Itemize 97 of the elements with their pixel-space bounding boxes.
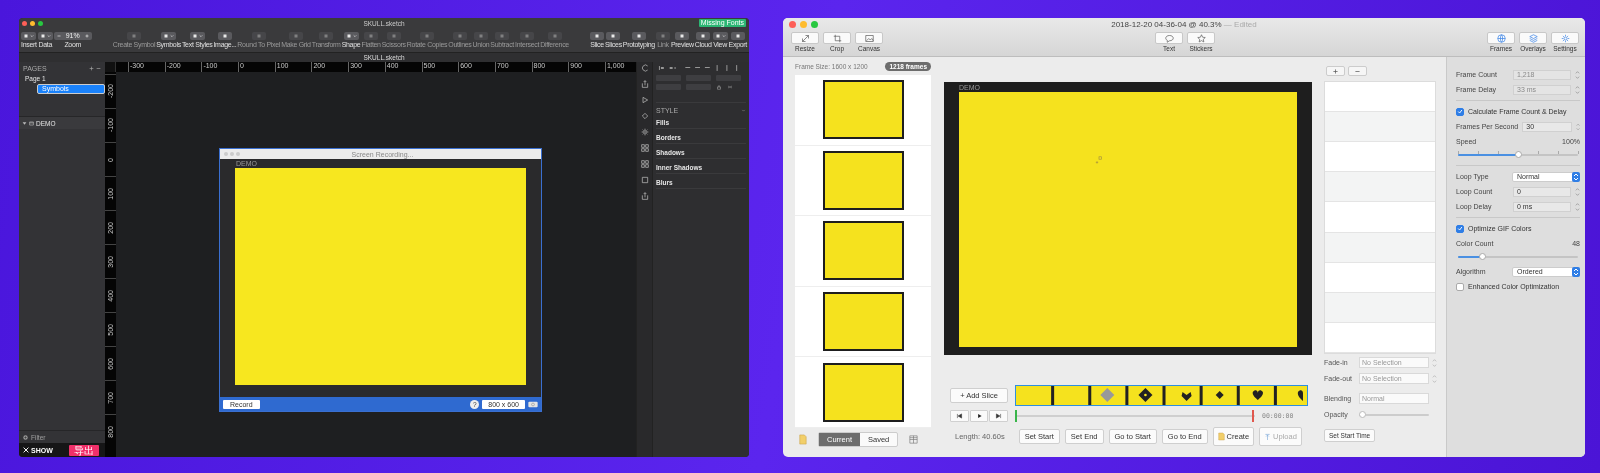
cursor-icon [1095,156,1103,164]
frame-thumbnail[interactable] [822,80,904,140]
square-icon [23,32,30,39]
share-icon[interactable] [640,192,649,200]
square-icon [499,32,506,39]
stepper-icon[interactable] [1575,84,1580,95]
square-icon [679,32,686,39]
plus-icon[interactable] [89,65,94,71]
next-frame-button[interactable] [989,410,1008,422]
minus-icon [55,32,62,39]
checkbox[interactable] [1456,224,1464,233]
image-icon [864,33,874,43]
square-icon [292,32,299,39]
share-icon[interactable] [640,80,649,88]
frame-thumbnail[interactable] [822,150,904,210]
square-icon [610,32,617,39]
x-logo-icon [23,447,29,453]
square-icon [221,32,228,39]
caret-icon [198,33,203,38]
square-icon[interactable] [640,176,649,184]
square-icon [191,32,198,39]
chevron-up-down-icon [1572,266,1580,277]
caret-icon [170,33,175,38]
disclosure-triangle-icon[interactable] [22,120,27,126]
minimize-button[interactable] [30,20,35,26]
stepper-icon[interactable] [1575,201,1580,212]
close-button[interactable] [22,20,27,26]
square-icon [734,32,741,39]
grid-icon[interactable] [640,144,649,152]
arc-icon[interactable] [640,64,649,72]
slider-thumb[interactable] [1359,410,1366,418]
plus-icon [83,32,90,39]
square-icon [163,32,170,39]
diamond-icon[interactable] [640,112,649,120]
caret-icon [352,33,357,38]
caret-icon [46,33,51,38]
square-icon [130,32,137,39]
play-icon [975,413,983,419]
square-icon [323,32,330,39]
settings-icon [1560,33,1570,43]
diagonal-arrow-icon [800,33,810,43]
square-icon [635,32,642,39]
checkbox[interactable] [1456,282,1464,291]
stepper-icon[interactable] [1575,69,1580,80]
zoom-button[interactable] [38,20,43,26]
skip-back-icon [955,413,963,419]
square-icon [477,32,484,39]
chevron-down-icon[interactable] [741,108,746,113]
square-icon [345,32,352,39]
frame-thumbnail[interactable] [822,362,904,422]
square-icon [39,32,46,39]
camera-icon[interactable] [528,400,538,408]
square-icon [255,32,262,39]
square-icon [714,32,721,39]
star-icon [1196,33,1206,43]
upload-icon [1264,432,1272,441]
plus-icon [1332,67,1339,75]
square-icon [551,32,558,39]
chevron-up-down-icon [1572,171,1580,182]
add-slice-button[interactable] [1326,66,1345,76]
remove-slice-button[interactable] [1348,66,1367,76]
document-icon [1217,432,1225,441]
square-icon [700,32,707,39]
settings-icon[interactable] [640,128,649,136]
square-icon [456,32,463,39]
slider-thumb[interactable] [1479,253,1486,260]
checkbox[interactable] [1456,107,1464,116]
crop-icon [832,33,842,43]
grid-icon[interactable] [908,434,920,445]
minus-icon[interactable] [96,65,101,71]
artboard-icon [29,120,34,126]
speech-bubble-icon [1164,33,1174,43]
frame-thumbnail[interactable] [822,292,904,352]
play-button[interactable] [969,410,989,422]
slider-thumb[interactable] [1515,151,1522,158]
square-icon [368,32,375,39]
previous-frame-button[interactable] [950,410,969,422]
square-icon [524,32,531,39]
square-icon [390,32,397,39]
plus-circle-icon[interactable] [23,434,28,440]
caret-icon [30,33,35,38]
square-icon [424,32,430,39]
square-icon [593,32,600,39]
layers-icon [1528,33,1538,43]
lock-icon[interactable] [716,84,722,90]
stepper-icon[interactable] [1575,186,1580,197]
square-icon [659,32,666,39]
close-button[interactable] [789,20,796,28]
opacity-slider[interactable] [1359,413,1429,416]
export-button[interactable]: 导出 [69,444,99,456]
frame-strip-drawing[interactable] [1015,385,1308,406]
caret-icon [721,33,726,38]
play-icon[interactable] [640,96,649,104]
skip-forward-icon [995,413,1003,419]
grid-icon[interactable] [640,160,649,168]
frame-thumbnail[interactable] [822,221,904,281]
globe-icon [1496,33,1506,43]
